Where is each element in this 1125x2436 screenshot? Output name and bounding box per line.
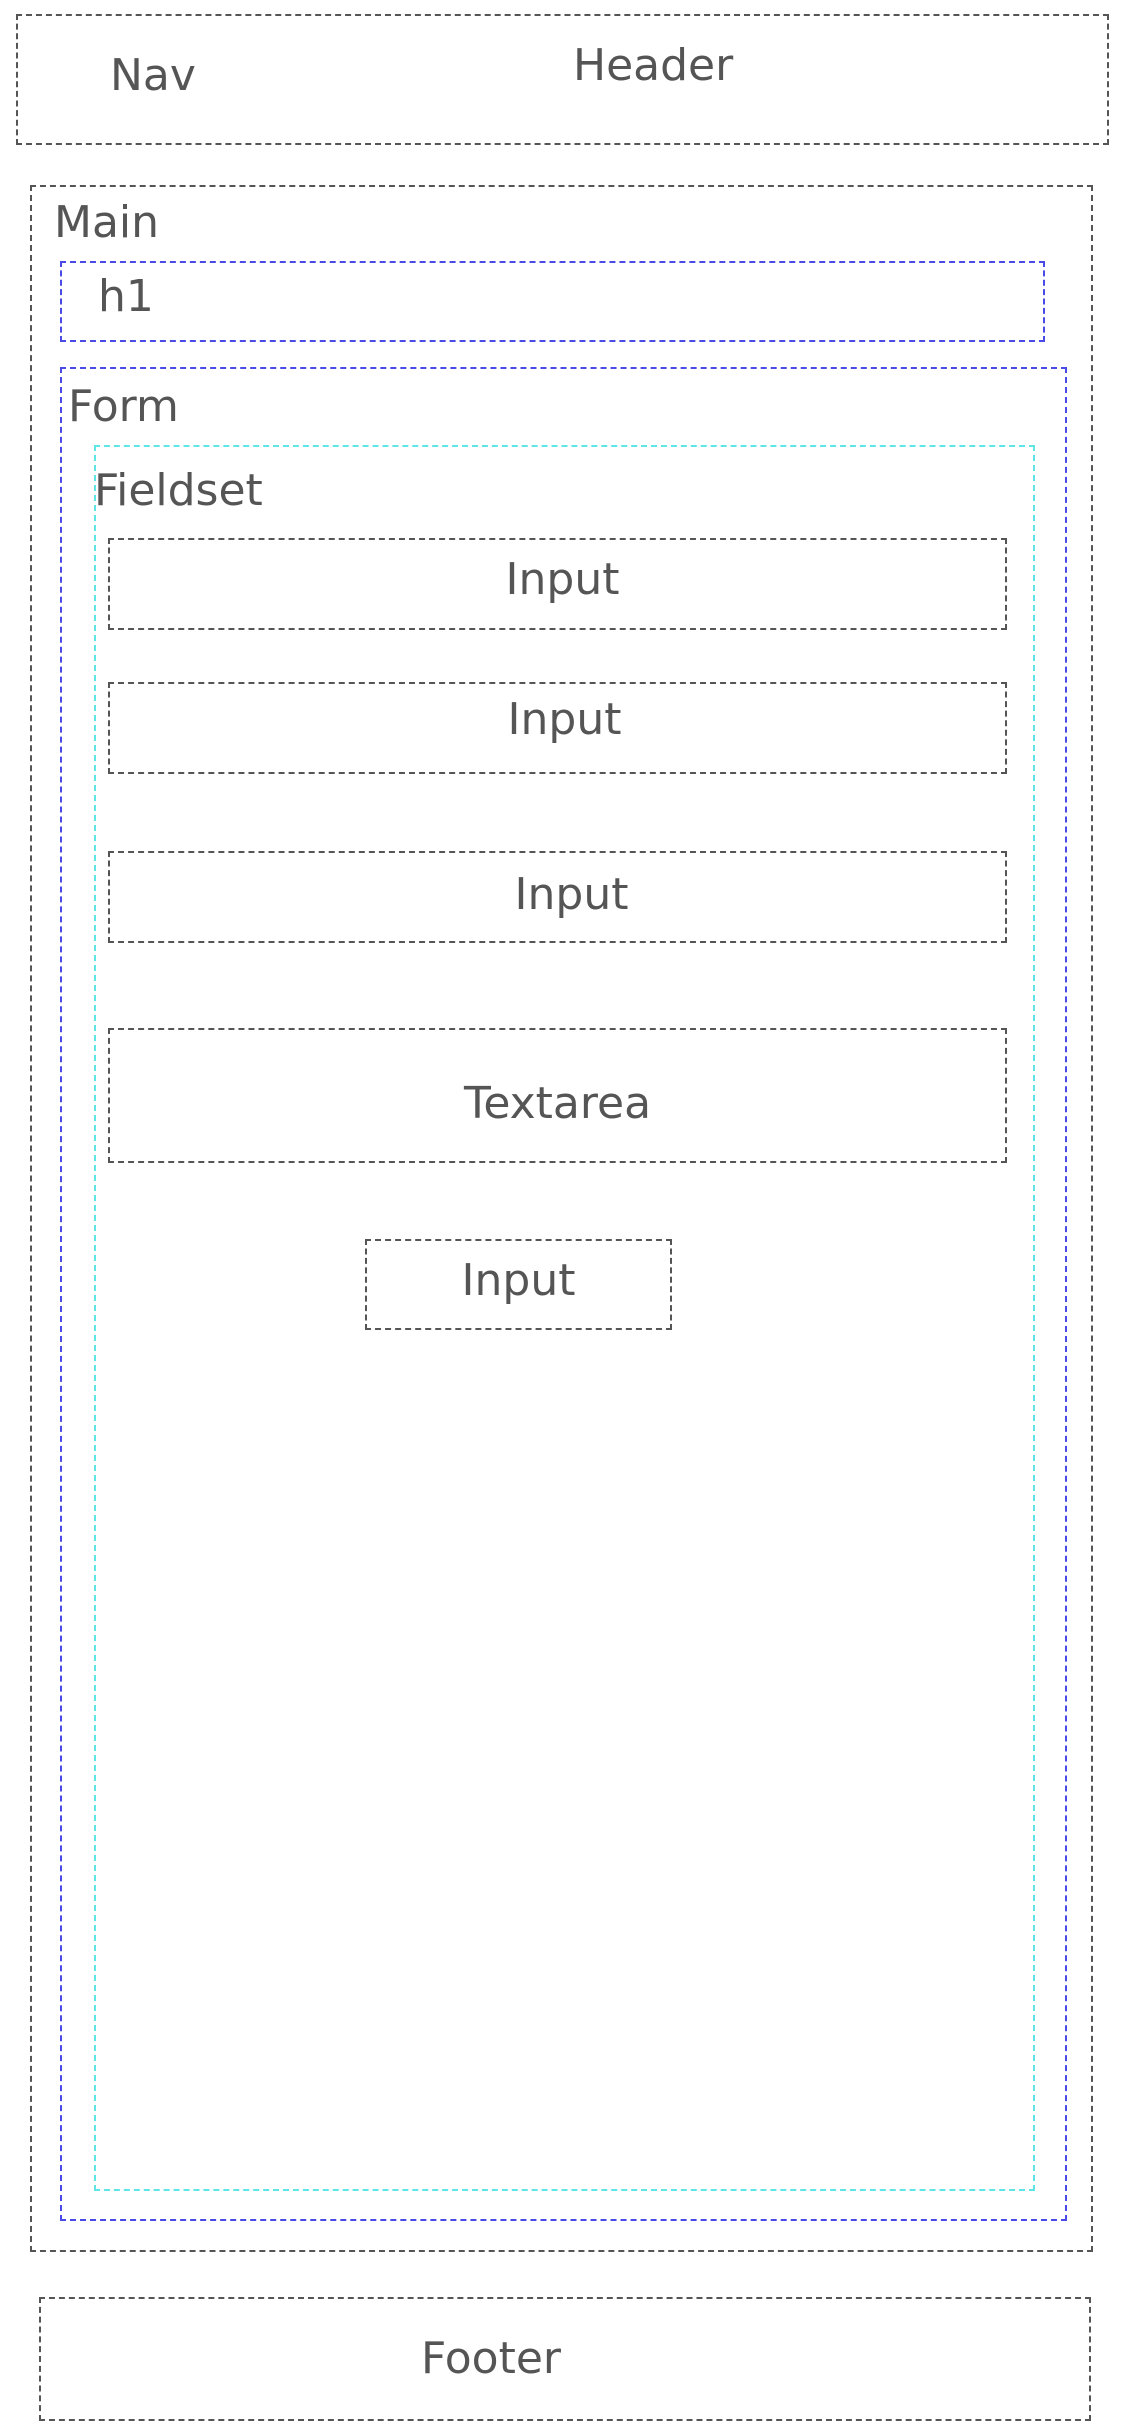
footer-block: Footer [39, 2297, 1091, 2421]
h1-label: h1 [98, 271, 154, 322]
header-block: Nav Header [16, 14, 1109, 145]
input-field-3[interactable]: Input [108, 851, 1007, 943]
submit-input[interactable]: Input [365, 1239, 672, 1330]
fieldset-label: Fieldset [94, 465, 263, 516]
header-label: Header [573, 40, 734, 91]
textarea-label: Textarea [463, 1078, 652, 1129]
nav-label: Nav [110, 50, 196, 101]
main-label: Main [54, 197, 160, 248]
input-field-label: Input [507, 694, 622, 745]
input-field-2[interactable]: Input [108, 682, 1007, 774]
textarea-field[interactable]: Textarea [108, 1028, 1007, 1163]
input-field-label: Input [514, 869, 629, 920]
form-label: Form [68, 381, 179, 432]
h1-block: h1 [60, 261, 1045, 342]
input-field-label: Input [505, 554, 620, 605]
footer-label: Footer [421, 2333, 561, 2384]
input-field-1[interactable]: Input [108, 538, 1007, 630]
submit-input-label: Input [461, 1255, 576, 1306]
